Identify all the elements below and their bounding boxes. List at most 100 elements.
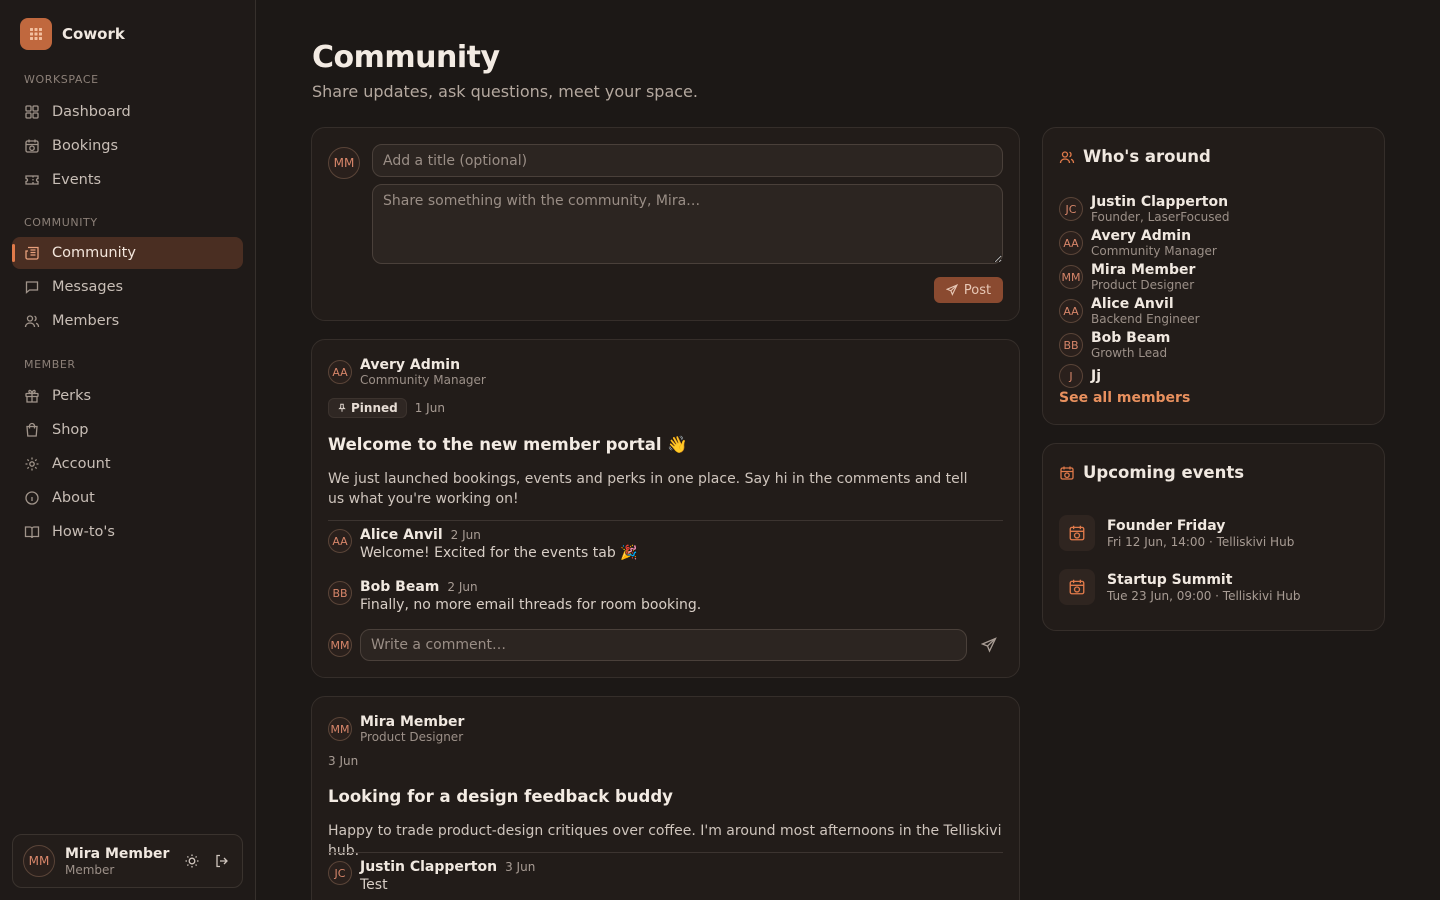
avatar: AA [1059, 231, 1083, 255]
post-button[interactable]: Post [934, 277, 1003, 303]
current-user-role: Member [65, 862, 115, 877]
see-all-members-link[interactable]: See all members [1059, 390, 1190, 406]
nav-community: COMMUNITY Community Messages Members [0, 214, 256, 337]
member-row[interactable]: MM Mira Member Product Designer [1059, 260, 1229, 294]
panel-title-label: Upcoming events [1083, 463, 1245, 482]
post-button-label: Post [963, 282, 992, 298]
info-icon [25, 491, 39, 505]
nav-item-events[interactable]: Events [12, 164, 243, 196]
nav-item-label: How-to's [52, 524, 115, 540]
event-meta: Tue 23 Jun, 09:00 · Telliskivi Hub [1107, 588, 1301, 603]
post-author-role: Product Designer [360, 730, 464, 744]
nav-item-dashboard[interactable]: Dashboard [12, 96, 243, 128]
post-date: 1 Jun [414, 401, 445, 415]
nav-item-label: Dashboard [52, 104, 131, 120]
nav-item-label: Events [52, 172, 102, 188]
gift-icon [25, 389, 39, 403]
send-icon [945, 284, 958, 296]
post-body: We just launched bookings, events and pe… [328, 471, 968, 507]
nav-item-how-tos[interactable]: How-to's [12, 516, 243, 548]
page-title: Community [312, 40, 500, 75]
member-row[interactable]: AA Alice Anvil Backend Engineer [1059, 294, 1229, 328]
book-icon [24, 526, 40, 539]
post-body-input[interactable] [372, 184, 1003, 264]
calendar-clock-icon [1060, 466, 1074, 480]
nav-item-label: About [52, 490, 95, 506]
nav-item-messages[interactable]: Messages [12, 271, 243, 303]
avatar: MM [328, 717, 352, 741]
nav-item-label: Community [52, 245, 136, 261]
send-comment-button[interactable] [979, 635, 999, 655]
nav-heading-member: MEMBER [24, 358, 76, 371]
comment-date: 2 Jun [447, 580, 478, 594]
post-body: Happy to trade product-design critiques … [328, 823, 1002, 859]
member-role: Community Manager [1091, 244, 1217, 258]
theme-toggle-button[interactable] [182, 851, 202, 871]
brand-logo-icon [20, 18, 52, 50]
shopping-bag-icon [26, 422, 38, 437]
post-author-role: Community Manager [360, 373, 486, 387]
logout-button[interactable] [212, 851, 232, 871]
divider [328, 520, 1003, 521]
whos-around-panel: Who's around JC Justin Clapperton Founder… [1042, 127, 1385, 425]
post-date: 3 Jun [328, 754, 359, 768]
comment: BB Bob Beam 2 Jun Finally, no more email… [328, 579, 701, 613]
comment-text: Test [360, 877, 388, 893]
avatar: AA [328, 529, 352, 553]
nav-item-account[interactable]: Account [12, 448, 243, 480]
event-name: Founder Friday [1107, 517, 1226, 534]
comment-text: Welcome! Excited for the events tab 🎉 [360, 545, 638, 561]
member-row[interactable]: J Jj [1059, 362, 1229, 390]
pinned-badge: Pinned [328, 398, 407, 418]
comment-author[interactable]: Bob Beam [360, 579, 439, 595]
panel-title-label: Who's around [1083, 147, 1211, 166]
panel-title: Who's around [1059, 147, 1211, 166]
event-row[interactable]: Startup Summit Tue 23 Jun, 09:00 · Telli… [1059, 569, 1301, 605]
panel-title: Upcoming events [1059, 463, 1244, 482]
nav-item-about[interactable]: About [12, 482, 243, 514]
post-meta: 3 Jun [328, 754, 358, 768]
nav-item-shop[interactable]: Shop [12, 414, 243, 446]
nav-item-members[interactable]: Members [12, 305, 243, 337]
post-author[interactable]: AA Avery Admin Community Manager [328, 357, 486, 387]
member-row[interactable]: AA Avery Admin Community Manager [1059, 226, 1229, 260]
grid-icon [25, 105, 39, 119]
member-name: Mira Member [1091, 262, 1196, 278]
post-card: AA Avery Admin Community Manager Pinned … [311, 339, 1020, 678]
post-author-name: Mira Member [360, 714, 465, 730]
member-role: Founder, LaserFocused [1091, 210, 1230, 224]
users-icon [1059, 150, 1075, 163]
comment-date: 3 Jun [505, 860, 536, 874]
member-name: Jj [1091, 368, 1102, 384]
post-author[interactable]: MM Mira Member Product Designer [328, 714, 464, 744]
event-row[interactable]: Founder Friday Fri 12 Jun, 14:00 · Telli… [1059, 515, 1294, 551]
current-user-name: Mira Member [65, 845, 170, 862]
comment-input[interactable] [360, 629, 967, 661]
member-name: Justin Clapperton [1091, 194, 1229, 210]
sun-icon [185, 854, 199, 868]
post-card: MM Mira Member Product Designer 3 Jun Lo… [311, 696, 1020, 900]
message-square-icon [25, 281, 39, 294]
calendar-clock-icon [1059, 569, 1095, 605]
member-row[interactable]: BB Bob Beam Growth Lead [1059, 328, 1229, 362]
pinned-label: Pinned [351, 401, 398, 415]
brand[interactable]: Cowork [20, 18, 125, 50]
comment-text: Finally, no more email threads for room … [360, 597, 702, 613]
post-title-input[interactable] [372, 144, 1003, 177]
nav-workspace: WORKSPACE Dashboard Bookings Events [0, 71, 256, 196]
nav-item-bookings[interactable]: Bookings [12, 130, 243, 162]
comment-author[interactable]: Justin Clapperton [360, 859, 497, 875]
comment-author[interactable]: Alice Anvil [360, 527, 443, 543]
member-row[interactable]: JC Justin Clapperton Founder, LaserFocuse… [1059, 192, 1229, 226]
nav-item-label: Bookings [52, 138, 119, 154]
nav-item-label: Perks [52, 388, 92, 404]
member-role: Growth Lead [1091, 346, 1168, 360]
avatar[interactable]: MM [23, 845, 55, 877]
nav-heading-workspace: WORKSPACE [24, 73, 99, 86]
nav-item-perks[interactable]: Perks [12, 380, 243, 412]
nav-item-community[interactable]: Community [12, 237, 243, 269]
send-icon [981, 637, 997, 653]
member-name: Alice Anvil [1091, 296, 1174, 312]
page-subtitle: Share updates, ask questions, meet your … [312, 82, 698, 101]
post-title: Looking for a design feedback buddy [328, 787, 673, 806]
